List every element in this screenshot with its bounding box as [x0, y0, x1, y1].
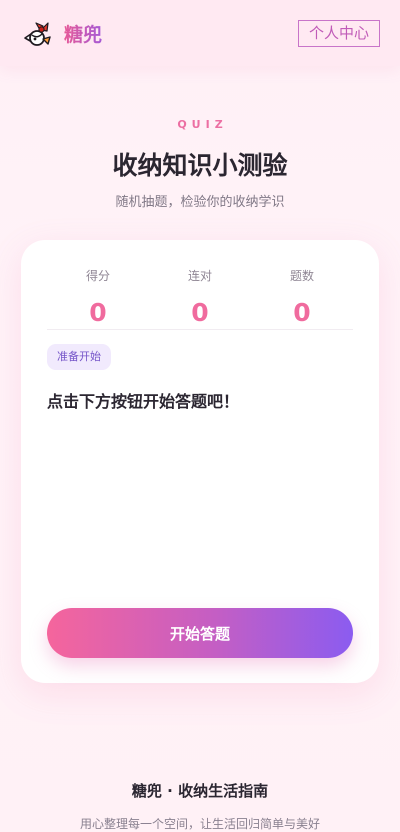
stat-streak: 连对 0 [149, 264, 251, 329]
brand-name[interactable]: 糖兜 [64, 20, 102, 47]
start-quiz-button[interactable]: 开始答题 [47, 608, 353, 658]
stat-label: 连对 [187, 269, 212, 283]
question-prompt: 点击下方按钮开始答题吧！ [47, 392, 240, 411]
footer-title: 糖兜 · 收纳生活指南 [131, 782, 269, 800]
stat-value: 0 [89, 298, 107, 327]
page-title: 收纳知识小测验 [112, 151, 288, 180]
stat-score: 得分 0 [47, 264, 149, 329]
quiz-card: 得分 0 连对 0 题数 0 准备开始 点击下方按钮开始答题吧！ 开始答题 [21, 240, 379, 683]
section-kicker: QUIZ [177, 118, 228, 131]
stat-label: 得分 [85, 269, 110, 283]
top-navbar: 糖兜 个人中心 [0, 0, 400, 66]
score-stats: 得分 0 连对 0 题数 0 [47, 264, 353, 330]
page-subtitle: 随机抽题，检验你的收纳学识 [115, 195, 285, 210]
stat-label: 题数 [289, 269, 314, 283]
footer-subtitle: 用心整理每一个空间，让生活回归简单与美好 [79, 817, 320, 831]
profile-button[interactable]: 个人中心 [297, 19, 380, 47]
stat-value: 0 [293, 298, 311, 327]
stat-value: 0 [191, 298, 209, 327]
stat-question-count: 题数 0 [251, 264, 353, 329]
status-badge: 准备开始 [47, 344, 111, 370]
candy-icon[interactable] [22, 17, 54, 49]
